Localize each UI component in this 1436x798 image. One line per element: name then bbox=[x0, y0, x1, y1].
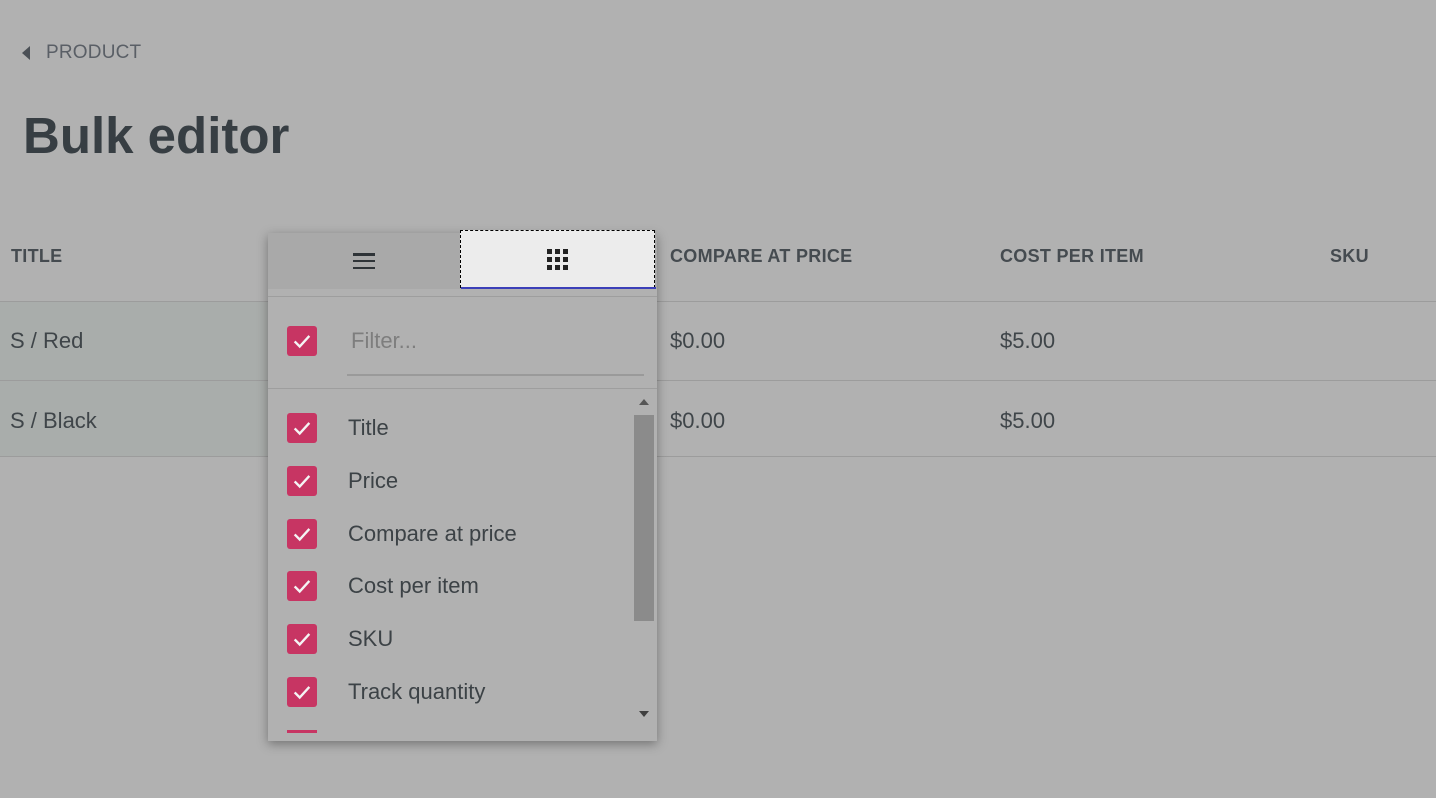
checkmark-icon bbox=[293, 422, 311, 436]
column-checkbox[interactable] bbox=[287, 677, 317, 707]
select-all-checkbox[interactable] bbox=[287, 326, 317, 356]
filter-input[interactable] bbox=[347, 319, 644, 363]
grid-header bbox=[0, 232, 1436, 302]
cell-cost-per-item[interactable]: $5.00 bbox=[1000, 328, 1055, 354]
checkmark-icon bbox=[293, 580, 311, 594]
column-list: Title Price Compare at price Cost per it… bbox=[268, 393, 633, 733]
cell-compare-at-price[interactable]: $0.00 bbox=[670, 328, 725, 354]
column-checkbox[interactable] bbox=[287, 413, 317, 443]
chevron-left-icon bbox=[22, 46, 30, 60]
cell-compare-at-price[interactable]: $0.00 bbox=[670, 408, 725, 434]
list-item[interactable]: Track quantity bbox=[287, 677, 485, 707]
table-row: S / Red $0.00 $5.00 bbox=[0, 302, 1436, 381]
grid-dots-icon bbox=[547, 248, 568, 270]
checkmark-icon bbox=[293, 686, 311, 700]
scrollbar-thumb[interactable] bbox=[634, 415, 654, 621]
breadcrumb[interactable]: PRODUCT bbox=[22, 42, 141, 64]
checkmark-icon bbox=[293, 633, 311, 647]
column-header-title[interactable]: TITLE bbox=[11, 246, 63, 267]
list-item[interactable]: Compare at price bbox=[287, 519, 517, 549]
list-item[interactable]: SKU bbox=[287, 624, 393, 654]
column-header-sku[interactable]: SKU bbox=[1330, 246, 1369, 267]
checkmark-icon bbox=[293, 528, 311, 542]
page-title: Bulk editor bbox=[23, 107, 290, 164]
filter-field[interactable] bbox=[347, 313, 644, 376]
table-row: S / Black $0.00 $5.00 bbox=[0, 381, 1436, 457]
column-header-cost-per-item[interactable]: COST PER ITEM bbox=[1000, 246, 1144, 267]
column-label: SKU bbox=[348, 626, 394, 651]
tab-general[interactable] bbox=[268, 233, 460, 289]
column-menu-popup: Title Price Compare at price Cost per it… bbox=[268, 230, 657, 741]
column-checkbox[interactable] bbox=[287, 730, 317, 733]
cell-cost-per-item[interactable]: $5.00 bbox=[1000, 408, 1055, 434]
column-checkbox[interactable] bbox=[287, 624, 317, 654]
cell-title[interactable]: S / Red bbox=[10, 328, 83, 354]
column-label: Price bbox=[348, 468, 399, 493]
column-label: Compare at price bbox=[348, 521, 517, 546]
hamburger-menu-icon bbox=[353, 253, 375, 269]
scroll-up-icon[interactable] bbox=[639, 399, 649, 405]
list-item[interactable]: Price bbox=[287, 466, 398, 496]
column-label: Track quantity bbox=[348, 679, 486, 704]
column-label: Cost per item bbox=[348, 573, 479, 598]
list-item[interactable]: Title bbox=[287, 413, 389, 443]
scroll-down-icon[interactable] bbox=[639, 711, 649, 717]
scrollbar[interactable] bbox=[633, 393, 655, 733]
tab-columns[interactable] bbox=[460, 230, 656, 289]
divider bbox=[268, 388, 657, 389]
column-checkbox[interactable] bbox=[287, 466, 317, 496]
column-label: Title bbox=[348, 415, 389, 440]
checkmark-icon bbox=[293, 475, 311, 489]
column-header-compare-at-price[interactable]: COMPARE AT PRICE bbox=[670, 246, 852, 267]
divider bbox=[268, 296, 657, 297]
checkmark-icon bbox=[293, 335, 311, 349]
list-item[interactable] bbox=[287, 730, 317, 733]
cell-title[interactable]: S / Black bbox=[10, 408, 97, 434]
list-item[interactable]: Cost per item bbox=[287, 571, 479, 601]
column-menu-tabs bbox=[268, 230, 657, 289]
breadcrumb-label: PRODUCT bbox=[46, 42, 142, 63]
column-checkbox[interactable] bbox=[287, 519, 317, 549]
column-checkbox[interactable] bbox=[287, 571, 317, 601]
